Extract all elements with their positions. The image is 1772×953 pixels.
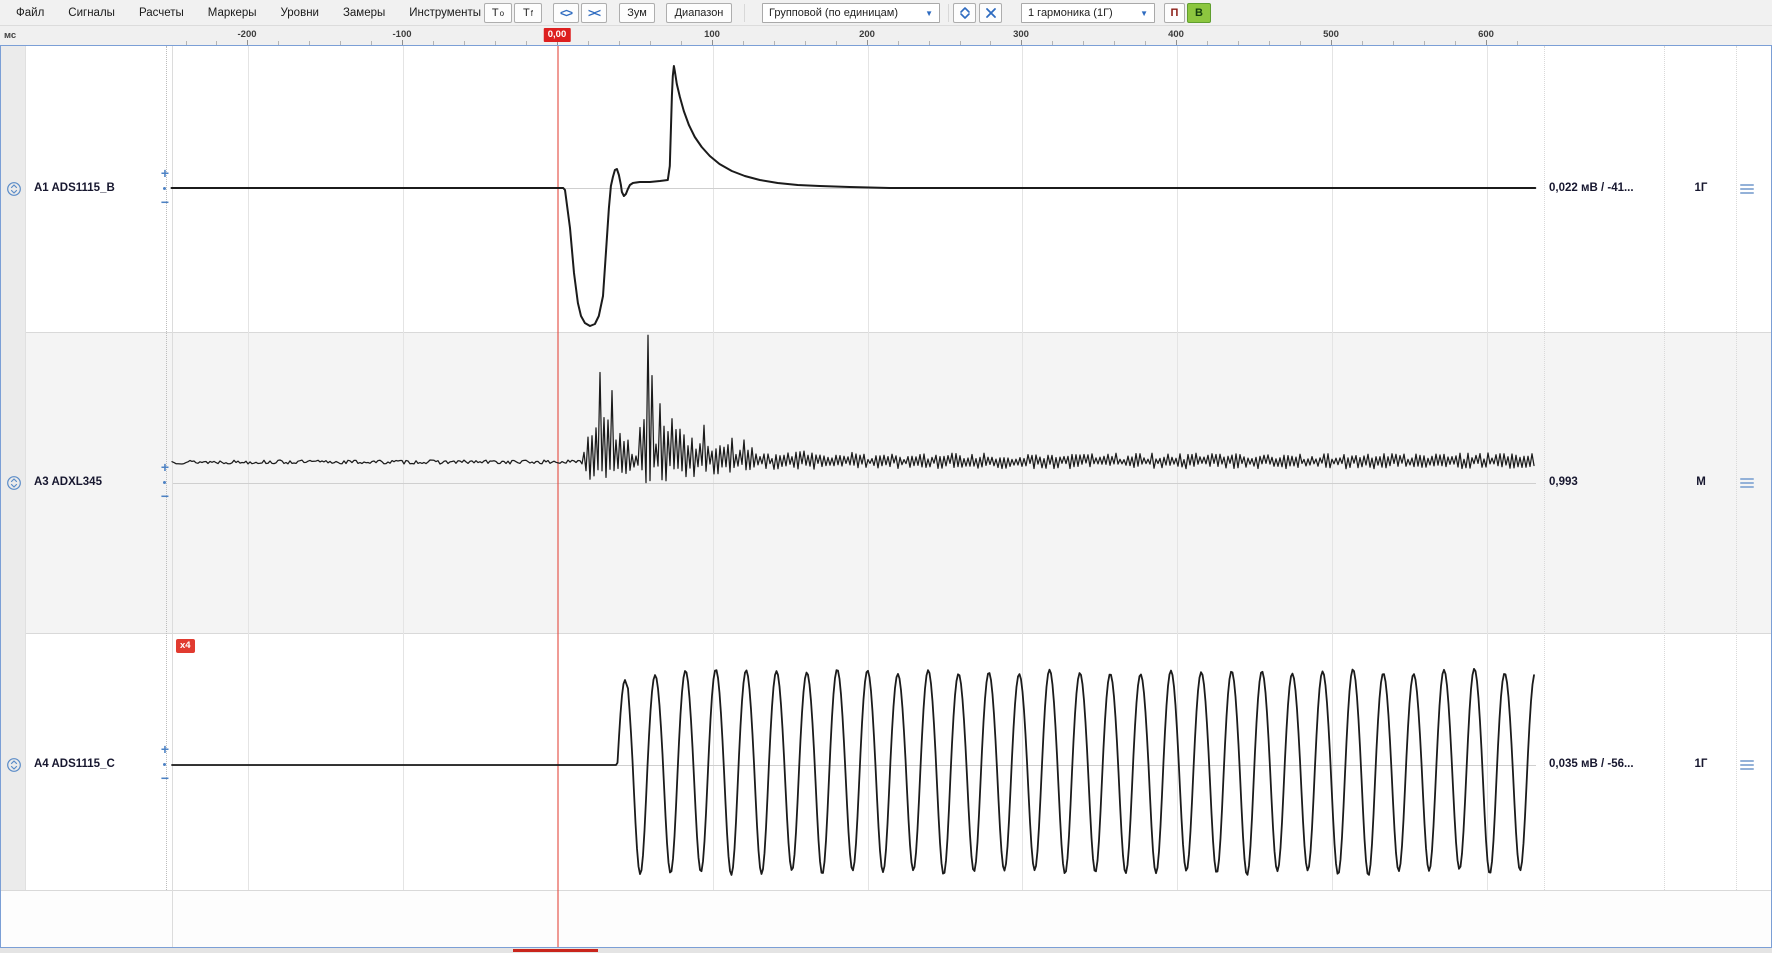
channel-a4-name[interactable]: A4 ADS1115_C [34,758,164,770]
ruler-tick: 400 [1168,29,1184,40]
harmonic-value: 1 гармоника (1Г) [1028,7,1113,19]
a3-scale-plus-button[interactable]: + [157,461,173,473]
channel-a3-unit: М [1676,476,1726,488]
ruler-unit-label: мс [4,30,16,41]
a1-scale-minus-button[interactable]: − [157,196,173,208]
x-scale-icon[interactable] [979,3,1002,23]
channel-menu-icon[interactable] [1740,760,1754,772]
channel-drag-icon[interactable] [6,757,22,773]
collapse-horizontal-icon[interactable]: >< [581,3,607,23]
ruler-tick: -100 [392,29,411,40]
a1-zero-line [173,188,1536,189]
section-divider [1,890,1771,891]
toolbar-separator [744,4,745,22]
group-mode-select[interactable]: Групповой (по единицам) ▼ [762,3,940,23]
harmonic-select[interactable]: 1 гармоника (1Г) ▼ [1021,3,1155,23]
ruler-tick: 100 [704,29,720,40]
range-button[interactable]: Диапазон [666,3,732,23]
ruler-tick: -200 [237,29,256,40]
menu-measurements[interactable]: Замеры [331,7,397,19]
a4-scale-plus-button[interactable]: + [157,743,173,755]
t0-label: T [492,7,499,19]
channel-drag-icon[interactable] [6,181,22,197]
menu-calculations[interactable]: Расчеты [127,7,196,19]
oscilloscope-app: Файл Сигналы Расчеты Маркеры Уровни Заме… [0,0,1772,953]
t0-button[interactable]: To [484,3,512,23]
zoom-button[interactable]: Зум [619,3,655,23]
overview-cursor-marker[interactable] [513,949,598,952]
bottom-strip [1,890,1771,947]
toolbar-separator [948,4,949,22]
t0-sub: o [500,9,504,18]
channel-a3-name[interactable]: A3 ADXL345 [34,476,164,488]
time-ruler[interactable]: мс -200 -100 100 200 300 400 500 600 0,0… [0,26,1772,45]
ruler-tick: 500 [1323,29,1339,40]
menu-signals[interactable]: Сигналы [56,7,127,19]
ruler-tick: 300 [1013,29,1029,40]
a1-scale-dot [163,187,166,190]
p-mode-label: П [1171,7,1179,19]
a4-multiplier-badge: x4 [176,639,195,653]
a4-scale-dot [163,763,166,766]
section-divider [1,633,1771,634]
section-divider [1,332,1771,333]
channel-a1-section[interactable] [1,46,1771,332]
menu-bar: Файл Сигналы Расчеты Маркеры Уровни Заме… [4,0,493,25]
channel-drag-icon[interactable] [6,475,22,491]
value-column-divider [1544,46,1545,890]
channel-menu-icon[interactable] [1740,184,1754,196]
chevron-down-icon: ▼ [925,9,933,18]
ruler-tick: 200 [859,29,875,40]
v-mode-button[interactable]: В [1187,3,1211,23]
menu-file[interactable]: Файл [4,7,56,19]
channel-a1-name[interactable]: A1 ADS1115_B [34,182,164,194]
value-column-divider [1736,46,1737,890]
p-mode-button[interactable]: П [1164,3,1185,23]
chevron-down-icon: ▼ [1140,9,1148,18]
channel-menu-icon[interactable] [1740,478,1754,490]
ruler-tick: 600 [1478,29,1494,40]
a3-scale-dot [163,481,166,484]
a1-scale-plus-button[interactable]: + [157,167,173,179]
top-toolbar: Файл Сигналы Расчеты Маркеры Уровни Заме… [0,0,1772,26]
tf-button[interactable]: Tf [514,3,542,23]
cursor-time-badge[interactable]: 0,00 [544,28,571,42]
menu-tools[interactable]: Инструменты [397,7,493,19]
menu-markers[interactable]: Маркеры [196,7,269,19]
channel-a4-section[interactable] [1,633,1771,890]
tf-sub: f [531,9,533,18]
a3-zero-line [173,483,1536,484]
expand-vertical-icon[interactable] [953,3,976,23]
a4-scale-minus-button[interactable]: − [157,772,173,784]
time-cursor-line[interactable] [557,46,559,947]
a4-zero-line [173,765,1536,766]
group-mode-value: Групповой (по единицам) [769,7,898,19]
a3-scale-minus-button[interactable]: − [157,490,173,502]
channel-a1-unit: 1Г [1676,182,1726,194]
overview-scrollbar[interactable] [0,948,1772,953]
tf-label: T [523,7,530,19]
signal-panel: A1 ADS1115_B + − 0,022 мВ / -41... 1Г A3… [0,45,1772,948]
channel-a4-unit: 1Г [1676,758,1726,770]
expand-horizontal-icon[interactable]: <> [553,3,579,23]
menu-levels[interactable]: Уровни [269,7,331,19]
